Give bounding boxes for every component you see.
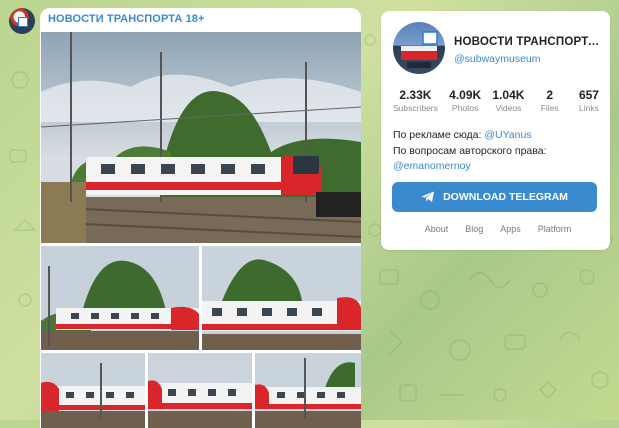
stat-value: 2.33K: [399, 88, 432, 102]
stat-value: 2: [546, 88, 554, 102]
photo-4[interactable]: [41, 353, 145, 428]
post-card: НОВОСТИ ТРАНСПОРТА 18+: [40, 8, 361, 428]
download-telegram-button[interactable]: DOWNLOAD TELEGRAM: [392, 182, 597, 212]
stat-label: Subscribers: [393, 103, 438, 113]
photo-3[interactable]: [202, 246, 361, 350]
stat-value: 657: [578, 88, 599, 102]
channel-avatar[interactable]: [393, 22, 445, 74]
link-about[interactable]: About: [425, 224, 449, 234]
stat-value: 4.09K: [449, 88, 482, 102]
stat-subscribers: 2.33K Subscribers: [393, 88, 438, 114]
stat-files[interactable]: 2 Files: [536, 88, 564, 114]
telegram-plane-icon: [421, 191, 435, 203]
photo-2[interactable]: [41, 246, 199, 350]
download-label: DOWNLOAD TELEGRAM: [443, 191, 568, 203]
ad-contact-link[interactable]: @UYanus: [484, 129, 531, 141]
channel-name: НОВОСТИ ТРАНСПОРТА...: [454, 36, 604, 48]
photo-5[interactable]: [148, 353, 252, 428]
stat-value: 1.04K: [492, 88, 525, 102]
stat-label: Photos: [451, 103, 479, 113]
link-blog[interactable]: Blog: [465, 224, 483, 234]
channel-handle[interactable]: @subwaymuseum: [454, 53, 541, 65]
post-channel-avatar[interactable]: [9, 8, 35, 34]
stat-photos[interactable]: 4.09K Photos: [449, 88, 481, 114]
stat-videos[interactable]: 1.04K Videos: [492, 88, 524, 114]
copyright-text: По вопросам авторского права:: [393, 144, 547, 157]
stat-label: Videos: [495, 103, 522, 113]
channel-description: По рекламе сюда: @UYanus По вопросам авт…: [393, 128, 603, 175]
ad-text: По рекламе сюда:: [393, 129, 482, 141]
link-platform[interactable]: Platform: [538, 224, 572, 234]
copyright-contact-link[interactable]: @emanomernoy: [393, 160, 471, 172]
stat-links[interactable]: 657 Links: [575, 88, 603, 114]
channel-card: НОВОСТИ ТРАНСПОРТА... @subwaymuseum 2.33…: [381, 11, 610, 250]
stat-label: Links: [579, 103, 599, 113]
post-channel-title[interactable]: НОВОСТИ ТРАНСПОРТА 18+: [48, 13, 205, 25]
photo-6[interactable]: [255, 353, 361, 428]
link-apps[interactable]: Apps: [500, 224, 521, 234]
channel-stats: 2.33K Subscribers 4.09K Photos 1.04K Vid…: [393, 88, 603, 114]
photo-main[interactable]: [41, 32, 361, 243]
footer-links: About Blog Apps Platform: [393, 224, 603, 234]
stat-label: Files: [540, 103, 559, 113]
